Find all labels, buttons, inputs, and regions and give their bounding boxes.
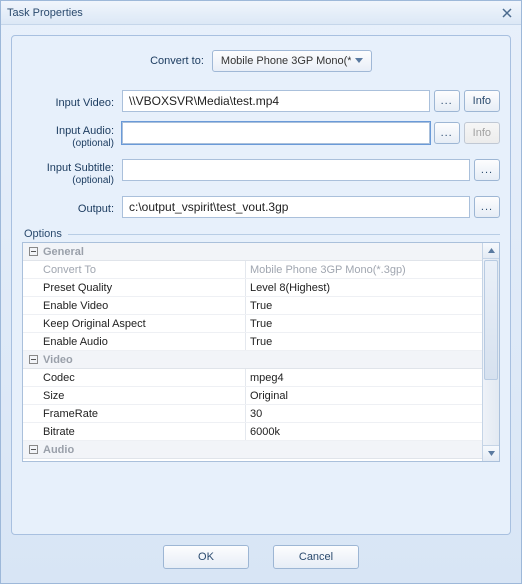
divider <box>68 234 500 235</box>
input-subtitle-row: Input Subtitle: (optional) ... <box>22 159 500 186</box>
convert-to-row: Convert to: Mobile Phone 3GP Mono(*.3g <box>22 50 500 72</box>
ok-button[interactable]: OK <box>163 545 249 569</box>
row-codec[interactable]: Codec mpeg4 <box>23 369 482 387</box>
row-preset-quality[interactable]: Preset Quality Level 8(Highest) <box>23 279 482 297</box>
output-label: Output: <box>22 200 122 215</box>
options-label: Options <box>24 228 500 240</box>
input-audio-info-button: Info <box>464 122 500 144</box>
input-audio-field[interactable] <box>122 122 430 144</box>
collapse-icon[interactable] <box>26 443 40 457</box>
footer-buttons: OK Cancel <box>1 545 521 569</box>
row-keep-aspect[interactable]: Keep Original Aspect True <box>23 315 482 333</box>
collapse-icon[interactable] <box>26 245 40 259</box>
input-subtitle-label: Input Subtitle: (optional) <box>22 159 122 186</box>
row-enable-audio[interactable]: Enable Audio True <box>23 333 482 351</box>
task-properties-window: Task Properties Convert to: Mobile Phone… <box>0 0 522 584</box>
input-audio-browse-button[interactable]: ... <box>434 122 460 144</box>
options-grid-body: General Convert To Mobile Phone 3GP Mono… <box>23 243 482 461</box>
scroll-up-icon[interactable] <box>483 243 499 259</box>
input-video-row: Input Video: ... Info <box>22 90 500 112</box>
collapse-icon[interactable] <box>26 353 40 367</box>
close-icon[interactable] <box>499 5 515 21</box>
section-audio: Audio <box>23 441 482 459</box>
row-bitrate[interactable]: Bitrate 6000k <box>23 423 482 441</box>
main-panel: Convert to: Mobile Phone 3GP Mono(*.3g I… <box>11 35 511 535</box>
section-video: Video <box>23 351 482 369</box>
row-enable-video[interactable]: Enable Video True <box>23 297 482 315</box>
cancel-button[interactable]: Cancel <box>273 545 359 569</box>
titlebar: Task Properties <box>1 1 521 25</box>
section-general: General <box>23 243 482 261</box>
input-audio-label: Input Audio: (optional) <box>22 122 122 149</box>
input-video-browse-button[interactable]: ... <box>434 90 460 112</box>
input-audio-row: Input Audio: (optional) ... Info <box>22 122 500 149</box>
scroll-down-icon[interactable] <box>483 445 499 461</box>
scrollbar[interactable] <box>482 243 499 461</box>
window-title: Task Properties <box>7 7 83 19</box>
row-framerate[interactable]: FrameRate 30 <box>23 405 482 423</box>
chevron-down-icon <box>351 53 367 69</box>
row-convert-to[interactable]: Convert To Mobile Phone 3GP Mono(*.3gp) <box>23 261 482 279</box>
output-row: Output: ... <box>22 196 500 218</box>
output-field[interactable] <box>122 196 470 218</box>
input-video-field[interactable] <box>122 90 430 112</box>
options-grid: General Convert To Mobile Phone 3GP Mono… <box>22 242 500 462</box>
convert-to-value: Mobile Phone 3GP Mono(*.3g <box>221 55 351 67</box>
row-size[interactable]: Size Original <box>23 387 482 405</box>
convert-to-dropdown[interactable]: Mobile Phone 3GP Mono(*.3g <box>212 50 372 72</box>
input-video-info-button[interactable]: Info <box>464 90 500 112</box>
input-subtitle-browse-button[interactable]: ... <box>474 159 500 181</box>
convert-to-label: Convert to: <box>150 55 212 67</box>
scroll-thumb[interactable] <box>484 260 498 380</box>
output-browse-button[interactable]: ... <box>474 196 500 218</box>
input-video-label: Input Video: <box>22 94 122 109</box>
input-subtitle-field[interactable] <box>122 159 470 181</box>
